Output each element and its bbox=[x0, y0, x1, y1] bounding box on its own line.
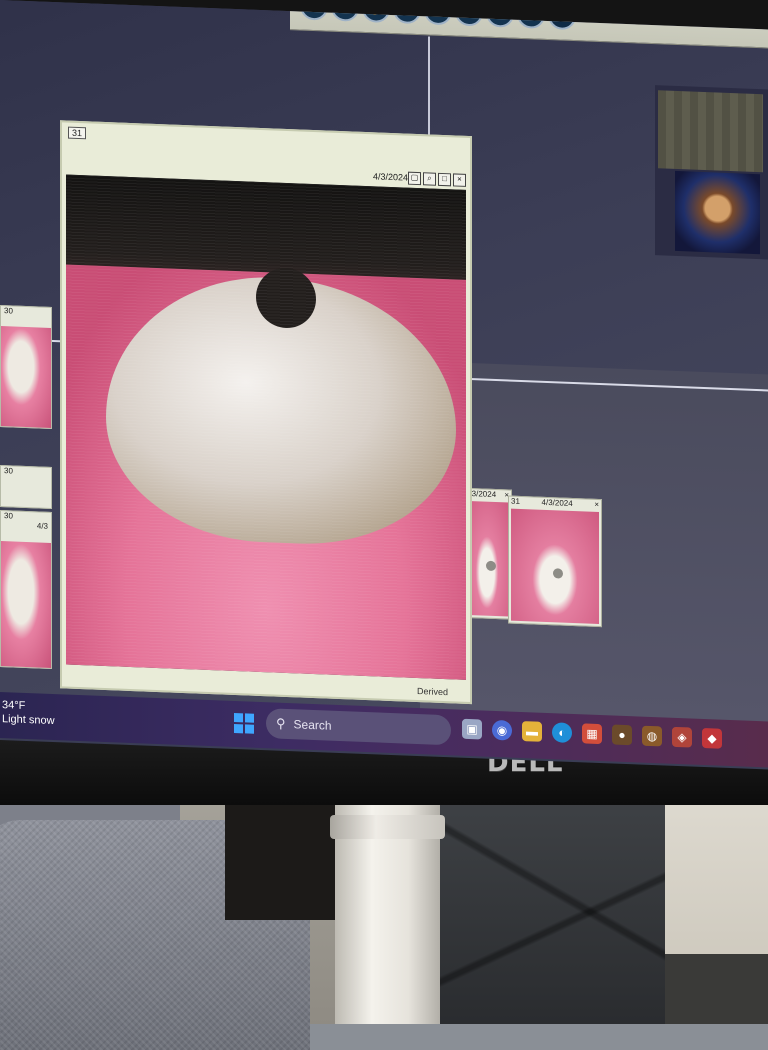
close-icon[interactable]: × bbox=[453, 173, 466, 187]
webcam-background-shelves bbox=[658, 90, 763, 173]
thumbnail-label: 30 bbox=[4, 466, 13, 476]
store-icon[interactable]: ▦ bbox=[582, 723, 602, 745]
taskbar-pinned-apps: ▣ ◉ ▬ ◐ ▦ ● ◍ ◈ ◆ bbox=[462, 718, 722, 749]
search-icon: ⚲ bbox=[276, 715, 286, 731]
windows-start-icon[interactable] bbox=[234, 712, 254, 734]
app-icon[interactable]: ● bbox=[612, 724, 632, 746]
monitor-screen: ◦ ◦ ✋ ⌂ ▭ ⇥ ⇤ ▤ X 30 30 30 4/3 4/3/2024×… bbox=[0, 0, 768, 770]
file-explorer-icon[interactable]: ▬ bbox=[522, 721, 542, 742]
tooth-number-label: 31 bbox=[68, 126, 87, 140]
close-icon[interactable]: × bbox=[594, 500, 599, 511]
thumbnail-label: 30 bbox=[4, 306, 13, 316]
thumbnail-label: 31 bbox=[511, 496, 520, 506]
webcam-person bbox=[675, 170, 760, 255]
monitor-stand-collar bbox=[330, 815, 445, 839]
image-status: Derived bbox=[416, 686, 448, 698]
app-icon[interactable]: ◈ bbox=[672, 726, 692, 748]
app-icon[interactable]: ◍ bbox=[642, 725, 662, 747]
chat-icon[interactable]: ◉ bbox=[492, 719, 512, 741]
weather-widget[interactable]: 34°F Light snow bbox=[2, 698, 55, 728]
app-icon[interactable]: ◆ bbox=[702, 727, 722, 749]
pane-divider bbox=[428, 36, 430, 147]
weather-description: Light snow bbox=[2, 713, 55, 728]
search-placeholder: Search bbox=[293, 717, 332, 733]
thumbnail-image bbox=[511, 508, 599, 625]
thumbnail-date: 4/3/2024 bbox=[541, 497, 573, 509]
thumbnail-date: 4/3 bbox=[36, 521, 48, 531]
image-date: 4/3/2024 bbox=[372, 171, 408, 183]
copy-icon[interactable]: ▢ bbox=[408, 171, 421, 186]
thumbnail-window[interactable]: 30 bbox=[0, 465, 52, 509]
taskbar-search-input[interactable]: ⚲ Search bbox=[266, 708, 451, 746]
intraoral-image-window[interactable]: 31 4/3/2024 ▢ ⌕ □ × Derived bbox=[60, 120, 472, 705]
screen-moire-overlay bbox=[66, 174, 466, 680]
task-view-icon[interactable]: ▣ bbox=[462, 718, 482, 740]
window-controls: ▢ ⌕ □ × bbox=[408, 171, 466, 187]
edge-browser-icon[interactable]: ◐ bbox=[552, 722, 572, 743]
thumbnail-image bbox=[1, 541, 51, 668]
maximize-icon[interactable]: □ bbox=[438, 172, 451, 187]
intraoral-photo bbox=[66, 174, 466, 680]
zoom-icon[interactable]: ⌕ bbox=[423, 172, 436, 186]
thumbnail-window[interactable]: 30 bbox=[0, 305, 52, 429]
thumbnail-image bbox=[1, 326, 51, 428]
webcam-preview bbox=[655, 85, 768, 260]
thumbnail-window[interactable]: 30 4/3 bbox=[0, 510, 52, 669]
wall bbox=[665, 790, 768, 1024]
thumbnail-window[interactable]: 31 4/3/2024 × bbox=[508, 495, 602, 628]
